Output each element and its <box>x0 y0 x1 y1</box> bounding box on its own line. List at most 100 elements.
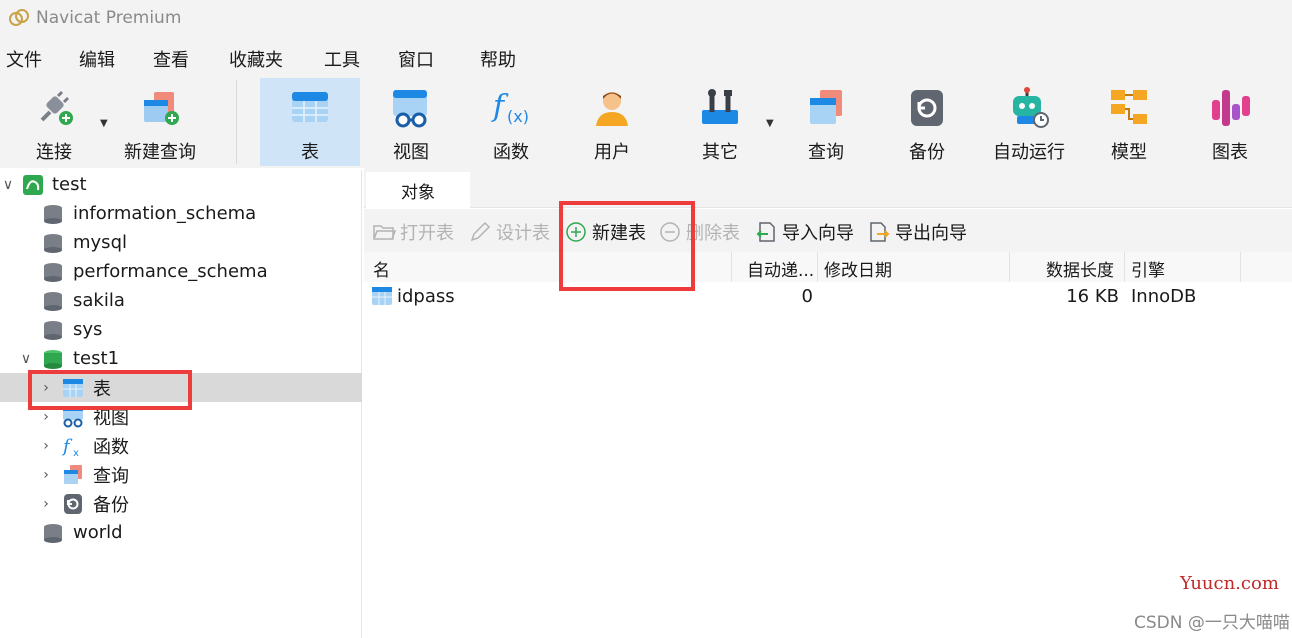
cell-name: idpass <box>397 286 455 307</box>
column-header-name[interactable]: 名 <box>373 256 390 281</box>
tree-label: 函数 <box>93 436 129 458</box>
menu-favorites[interactable]: 收藏夹 <box>229 46 283 72</box>
design-table-button[interactable]: 设计表 <box>468 219 550 245</box>
table-icon <box>371 285 393 307</box>
table-icon <box>62 377 84 399</box>
automation-tool-button[interactable]: 自动运行 <box>984 78 1074 166</box>
watermark-site: Yuucn.com <box>1180 573 1279 594</box>
svg-text:f: f <box>62 436 73 457</box>
backup-icon <box>62 493 84 515</box>
menu-edit[interactable]: 编辑 <box>79 46 115 72</box>
column-divider[interactable] <box>1009 252 1010 282</box>
tree-label: 备份 <box>93 494 129 516</box>
column-divider[interactable] <box>1124 252 1125 282</box>
view-tool-button[interactable]: 视图 <box>362 78 460 166</box>
import-wizard-button[interactable]: 导入向导 <box>754 219 854 245</box>
other-tool-label: 其它 <box>702 142 738 163</box>
query-icon <box>804 86 848 130</box>
tree-db-sakila[interactable]: sakila <box>0 286 362 315</box>
import-icon <box>754 220 778 244</box>
chart-tool-button[interactable]: 图表 <box>1184 78 1276 166</box>
backup-icon <box>905 86 949 130</box>
column-header-engine[interactable]: 引擎 <box>1131 256 1165 281</box>
cell-engine: InnoDB <box>1131 286 1197 307</box>
other-dropdown-icon[interactable]: ▼ <box>766 118 774 129</box>
export-wizard-button[interactable]: 导出向导 <box>867 219 967 245</box>
tree-item-tables[interactable]: › 表 <box>0 373 362 402</box>
column-divider[interactable] <box>1240 252 1241 282</box>
database-icon <box>42 261 64 283</box>
new-query-icon <box>138 86 182 130</box>
robot-icon <box>1007 86 1051 130</box>
chevron-right-icon[interactable]: › <box>38 409 54 425</box>
tree-label: performance_schema <box>73 261 268 282</box>
tree-label: 查询 <box>93 465 129 487</box>
query-tool-button[interactable]: 查询 <box>780 78 872 166</box>
tree-label: information_schema <box>73 203 257 224</box>
title-bar: Navicat Premium <box>0 0 1292 36</box>
connect-button[interactable]: 连接 <box>18 78 90 166</box>
other-tool-button[interactable]: 其它 <box>676 78 764 166</box>
query-icon <box>62 464 84 486</box>
tools-icon <box>698 86 742 130</box>
chevron-down-icon[interactable]: ∨ <box>0 177 16 193</box>
model-tool-button[interactable]: 模型 <box>1084 78 1174 166</box>
backup-tool-button[interactable]: 备份 <box>880 78 974 166</box>
function-tool-button[interactable]: f (x) 函数 <box>462 78 560 166</box>
model-icon <box>1107 86 1151 130</box>
user-tool-button[interactable]: 用户 <box>562 78 662 166</box>
connect-dropdown-icon[interactable]: ▼ <box>100 118 108 129</box>
chevron-right-icon[interactable]: › <box>38 496 54 512</box>
chevron-right-icon[interactable]: › <box>38 438 54 454</box>
tree-db-test1[interactable]: ∨ test1 <box>0 344 362 373</box>
tree-item-functions[interactable]: › fx 函数 <box>0 431 362 460</box>
view-icon <box>389 86 433 130</box>
column-header-data-length[interactable]: 数据长度 <box>1046 256 1114 281</box>
navicat-logo-icon <box>9 9 29 26</box>
tree-item-backups[interactable]: › 备份 <box>0 489 362 518</box>
menu-help[interactable]: 帮助 <box>480 46 516 72</box>
column-header-modified-date[interactable]: 修改日期 <box>824 256 892 281</box>
column-divider[interactable] <box>731 252 732 282</box>
menu-window[interactable]: 窗口 <box>398 46 434 72</box>
open-table-button[interactable]: 打开表 <box>372 219 454 245</box>
tree-label: sakila <box>73 290 125 311</box>
tree-label: test <box>52 174 87 195</box>
mysql-connection-icon <box>22 174 44 196</box>
chevron-right-icon[interactable]: › <box>38 467 54 483</box>
menu-view[interactable]: 查看 <box>153 46 189 72</box>
tree-connection-test[interactable]: ∨ test <box>0 170 362 199</box>
tree-item-queries[interactable]: › 查询 <box>0 460 362 489</box>
table-row[interactable]: idpass 0 16 KB InnoDB <box>364 282 1292 312</box>
delete-table-button[interactable]: 删除表 <box>658 219 740 245</box>
menu-tools[interactable]: 工具 <box>324 46 360 72</box>
toolbar-separator <box>236 80 237 164</box>
table-tool-button[interactable]: 表 <box>260 78 360 166</box>
design-table-label: 设计表 <box>496 223 550 244</box>
tree-label: sys <box>73 319 103 340</box>
chevron-down-icon[interactable]: ∨ <box>18 351 34 367</box>
tab-objects[interactable]: 对象 <box>366 172 470 208</box>
tree-db-performance-schema[interactable]: performance_schema <box>0 257 362 286</box>
new-query-button[interactable]: 新建查询 <box>120 78 200 166</box>
tree-db-information-schema[interactable]: information_schema <box>0 199 362 228</box>
watermark-credit: CSDN @一只大喵喵 <box>1134 613 1290 633</box>
column-header-auto-increment[interactable]: 自动递... <box>747 256 814 281</box>
new-table-button[interactable]: 新建表 <box>564 219 646 245</box>
tree-db-mysql[interactable]: mysql <box>0 228 362 257</box>
tree-db-sys[interactable]: sys <box>0 315 362 344</box>
delete-table-label: 删除表 <box>686 223 740 244</box>
chevron-right-icon[interactable]: › <box>38 380 54 396</box>
menu-file[interactable]: 文件 <box>6 46 42 72</box>
tab-bar: 对象 <box>364 168 1292 208</box>
database-icon <box>42 290 64 312</box>
database-icon <box>42 232 64 254</box>
tree-db-world[interactable]: world <box>0 518 362 547</box>
function-icon: fx <box>62 435 84 457</box>
export-icon <box>867 220 891 244</box>
column-divider[interactable] <box>817 252 818 282</box>
tree-item-views[interactable]: › 视图 <box>0 402 362 431</box>
chart-tool-label: 图表 <box>1212 142 1248 163</box>
tree-label: world <box>73 522 123 543</box>
tree-label: test1 <box>73 348 120 369</box>
